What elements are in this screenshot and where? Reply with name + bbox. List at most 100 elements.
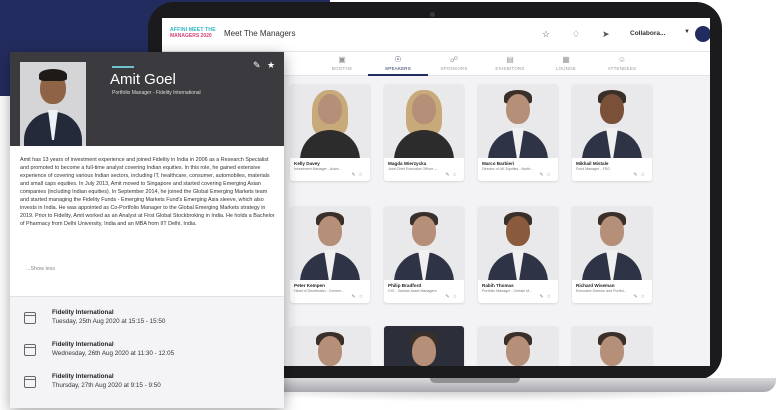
pencil-icon[interactable]: ✎ [445,294,452,300]
app-header: AFFINI MEET THE MANAGERS 2020 Meet The M… [162,18,710,52]
speaker-name: Philip Bradford [388,283,422,288]
speaker-photo [478,326,558,366]
pencil-icon[interactable]: ✎ [539,172,546,178]
star-icon[interactable]: ☆ [547,172,554,178]
card-actions: ✎☆ [478,293,558,303]
tab-label: LOUNGE [555,66,577,71]
speaker-photo [384,326,464,366]
trophy-icon[interactable]: ☆ [542,29,550,39]
tab-label: SPEAKERS [385,66,411,71]
card-actions: ✎☆ [384,171,464,181]
session-item[interactable]: Fidelity International Wednesday, 26th A… [24,341,274,365]
tab-lounge[interactable]: ▦ LOUNGE [536,52,596,76]
speaker-card[interactable] [478,326,558,366]
bell-icon[interactable]: ♢ [572,29,580,39]
calendar-icon [24,376,36,388]
pencil-icon[interactable]: ✎ [351,294,358,300]
star-icon[interactable]: ☆ [641,172,648,178]
tab-booths[interactable]: ▣ BOOTHS [312,52,372,76]
speaker-card[interactable] [384,326,464,366]
session-item[interactable]: Fidelity International Thursday, 27th Au… [24,373,274,397]
exhibitors-icon: ▤ [506,55,514,64]
pencil-icon[interactable]: ✎ [633,294,640,300]
card-actions: ✎☆ [572,171,652,181]
calendar-icon [24,344,36,356]
speaker-card[interactable]: Marco Barbieri Director of UK Equities -… [478,84,558,181]
star-icon[interactable]: ☆ [453,172,460,178]
card-actions: ✎☆ [290,293,370,303]
speaker-card[interactable]: Philip Bradford CIO - Sanlam Asset Manag… [384,206,464,303]
session-org: Fidelity International [52,373,114,380]
speaker-card[interactable]: Richard Wiseman Executive Director and P… [572,206,652,303]
speaker-photo [572,326,652,366]
session-time: Wednesday, 26th Aug 2020 at 11:30 - 12:0… [52,350,175,357]
pencil-icon[interactable]: ✎ [445,172,452,178]
star-icon[interactable]: ★ [267,60,275,71]
speaker-profile-panel: Amit Goel Portfolio Manager - Fidelity I… [10,52,284,408]
star-icon[interactable]: ☆ [359,172,366,178]
speaker-card[interactable]: Mikhail Mistale Fund Manager - FSG ✎☆ [572,84,652,181]
pencil-icon[interactable]: ✎ [633,172,640,178]
event-logo[interactable]: AFFINI MEET THE MANAGERS 2020 [170,27,218,43]
star-icon[interactable]: ☆ [641,294,648,300]
tab-label: ATTENDEES [607,66,637,71]
speaker-photo [478,206,558,280]
profile-name: Amit Goel [110,71,176,88]
star-icon[interactable]: ☆ [453,294,460,300]
speaker-name: Richard Wiseman [576,283,615,288]
card-actions: ✎☆ [572,293,652,303]
star-icon[interactable]: ☆ [359,294,366,300]
session-org: Fidelity International [52,309,114,316]
speaker-card[interactable]: Rabih Thomas Portfolio Manager - Certain… [478,206,558,303]
speaker-photo [290,206,370,280]
speaker-name: Rabih Thomas [482,283,514,288]
tab-label: BOOTHS [331,66,353,71]
profile-photo [20,62,86,146]
speaker-name: Mikhail Mistale [576,161,609,166]
tab-label: SPONSORS [440,66,468,71]
session-list: Fidelity International Tuesday, 25th Aug… [10,296,284,408]
speaker-card[interactable] [290,326,370,366]
booths-icon: ▣ [338,55,346,64]
tab-speakers[interactable]: ☉ SPEAKERS [368,52,428,76]
session-time: Thursday, 27th Aug 2020 at 9:15 - 9:50 [52,382,161,389]
card-actions: ✎☆ [478,171,558,181]
calendar-icon [24,312,36,324]
tab-label: EXHIBITORS [495,66,525,71]
speaker-photo [572,84,652,158]
profile-bio: Amit has 13 years of investment experien… [20,157,275,227]
avatar[interactable] [695,26,710,42]
profile-accent-tag [112,66,134,68]
speaker-card[interactable] [572,326,652,366]
send-icon[interactable]: ➤ [602,29,610,39]
tab-attendees[interactable]: ☺ ATTENDEES [592,52,652,76]
speaker-photo [290,326,370,366]
session-org: Fidelity International [52,341,114,348]
show-less-link[interactable]: ...Show less [26,266,55,272]
app-title: Meet The Managers [224,29,296,38]
tab-sponsors[interactable]: ☍ SPONSORS [424,52,484,76]
speakers-icon: ☉ [394,55,402,64]
tab-exhibitors[interactable]: ▤ EXHIBITORS [480,52,540,76]
profile-header: Amit Goel Portfolio Manager - Fidelity I… [10,52,284,146]
speaker-card[interactable]: Magda Wierzycka Joint Chief Executive Of… [384,84,464,181]
star-icon[interactable]: ☆ [547,294,554,300]
pencil-icon[interactable]: ✎ [351,172,358,178]
speaker-name: Kelly Davey [294,161,320,166]
card-actions: ✎☆ [384,293,464,303]
session-item[interactable]: Fidelity International Tuesday, 25th Aug… [24,309,274,333]
user-menu-name[interactable]: Collabora... [630,30,665,37]
pencil-icon[interactable]: ✎ [253,60,261,71]
attendees-icon: ☺ [617,55,627,64]
speaker-name: Peter Kempen [294,283,325,288]
speaker-name: Magda Wierzycka [388,161,427,166]
logo-line-2: MANAGERS 2020 [170,33,212,39]
speaker-card[interactable]: Peter Kempen Head of Distribution - Conv… [290,206,370,303]
speaker-photo [478,84,558,158]
laptop-base-notch [430,378,520,383]
laptop-camera [430,12,435,17]
speaker-card[interactable]: Kelly Davey Investment Manager - Aviva..… [290,84,370,181]
pencil-icon[interactable]: ✎ [539,294,546,300]
speaker-photo [290,84,370,158]
chevron-down-icon[interactable]: ▼ [684,29,690,35]
